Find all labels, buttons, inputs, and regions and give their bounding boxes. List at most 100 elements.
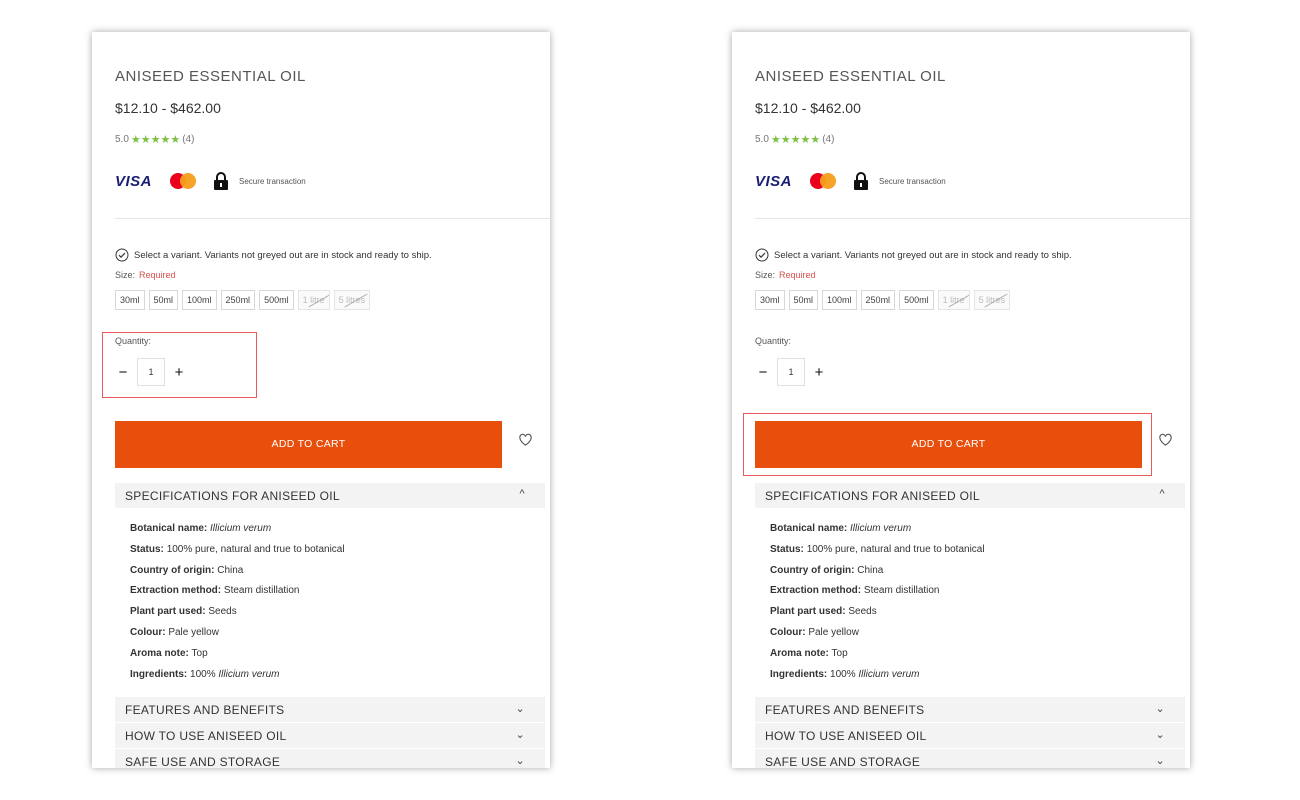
product-price: $12.10 - $462.00 bbox=[755, 100, 861, 116]
accordion-how-to-use-label: HOW TO USE ANISEED OIL bbox=[125, 729, 287, 743]
size-option-30ml[interactable]: 30ml bbox=[115, 290, 145, 310]
spec-part: Plant part used: Seeds bbox=[770, 606, 877, 618]
chevron-down-icon: ⌄ bbox=[1155, 703, 1165, 715]
spec-extraction: Extraction method: Steam distillation bbox=[130, 585, 300, 597]
spec-colour: Colour: Pale yellow bbox=[130, 626, 219, 638]
size-option-250ml[interactable]: 250ml bbox=[220, 290, 256, 310]
chevron-up-icon: ^ bbox=[1159, 488, 1165, 500]
spec-status: Status: 100% pure, natural and true to b… bbox=[130, 543, 345, 555]
accordion-features[interactable]: FEATURES AND BENEFITS ⌄ bbox=[755, 697, 1185, 722]
accordion-how-to-use-label: HOW TO USE ANISEED OIL bbox=[765, 729, 927, 743]
lock-icon bbox=[213, 172, 229, 190]
payment-methods: VISA Secure transaction bbox=[115, 171, 306, 191]
size-option-1-litre: 1 litre bbox=[937, 290, 970, 310]
specifications-list: Botanical name: Illicium verum Status: 1… bbox=[130, 519, 345, 685]
size-option-500ml[interactable]: 500ml bbox=[899, 290, 934, 310]
chevron-down-icon: ⌄ bbox=[515, 755, 525, 767]
spec-ingredients: Ingredients: 100% Illicium verum bbox=[770, 668, 920, 680]
accordion-safe-use[interactable]: SAFE USE AND STORAGE ⌄ bbox=[115, 749, 545, 768]
payment-methods: VISA Secure transaction bbox=[755, 171, 946, 191]
spec-botanical: Botanical name: Illicium verum bbox=[130, 523, 272, 534]
accordion-safe-use[interactable]: SAFE USE AND STORAGE ⌄ bbox=[755, 749, 1185, 768]
quantity-label: Quantity: bbox=[755, 336, 792, 346]
variant-message: Select a variant. Variants not greyed ou… bbox=[755, 248, 1072, 262]
add-to-cart-highlight-box bbox=[743, 413, 1152, 476]
size-required: Required bbox=[139, 270, 176, 280]
check-circle-icon bbox=[115, 248, 129, 262]
accordion-specifications-label: SPECIFICATIONS FOR ANISEED OIL bbox=[765, 489, 980, 503]
quantity-stepper: − 1 + bbox=[755, 358, 827, 386]
mastercard-icon bbox=[170, 173, 197, 189]
size-option-100ml[interactable]: 100ml bbox=[822, 290, 857, 310]
accordion-safe-use-label: SAFE USE AND STORAGE bbox=[125, 755, 281, 768]
chevron-down-icon: ⌄ bbox=[515, 703, 525, 715]
variant-message-text: Select a variant. Variants not greyed ou… bbox=[134, 249, 432, 261]
product-panel-right: ANISEED ESSENTIAL OIL $12.10 - $462.00 5… bbox=[732, 32, 1190, 768]
visa-logo: VISA bbox=[755, 172, 793, 190]
chevron-down-icon: ⌄ bbox=[1155, 755, 1165, 767]
wishlist-heart-icon[interactable] bbox=[1158, 432, 1173, 447]
size-label-text: Size: bbox=[115, 270, 136, 280]
secure-transaction-text: Secure transaction bbox=[879, 176, 946, 186]
size-option-500ml[interactable]: 500ml bbox=[259, 290, 294, 310]
quantity-input[interactable]: 1 bbox=[777, 358, 805, 386]
rating-value: 5.0 bbox=[755, 134, 769, 145]
product-price: $12.10 - $462.00 bbox=[115, 100, 221, 116]
review-count: (4) bbox=[822, 134, 835, 145]
product-rating[interactable]: 5.0 ★★★★★ (4) bbox=[755, 133, 834, 146]
specifications-list: Botanical name: Illicium verum Status: 1… bbox=[770, 519, 985, 685]
spec-status: Status: 100% pure, natural and true to b… bbox=[770, 543, 985, 555]
quantity-increase-button[interactable]: + bbox=[811, 364, 827, 381]
accordion-features[interactable]: FEATURES AND BENEFITS ⌄ bbox=[115, 697, 545, 722]
accordion-how-to-use[interactable]: HOW TO USE ANISEED OIL ⌄ bbox=[755, 723, 1185, 748]
star-rating-icon: ★★★★★ bbox=[130, 134, 181, 146]
size-label-text: Size: bbox=[755, 270, 776, 280]
product-title: ANISEED ESSENTIAL OIL bbox=[115, 68, 306, 85]
check-circle-icon bbox=[755, 248, 769, 262]
mastercard-icon bbox=[810, 173, 837, 189]
size-option-50ml[interactable]: 50ml bbox=[148, 290, 179, 310]
size-option-5-litres: 5 litres bbox=[973, 290, 1011, 310]
size-option-30ml[interactable]: 30ml bbox=[755, 290, 785, 310]
accordion-how-to-use[interactable]: HOW TO USE ANISEED OIL ⌄ bbox=[115, 723, 545, 748]
quantity-decrease-button[interactable]: − bbox=[755, 364, 771, 381]
size-label: Size: Required bbox=[755, 270, 816, 280]
spec-extraction: Extraction method: Steam distillation bbox=[770, 585, 940, 597]
spec-part: Plant part used: Seeds bbox=[130, 606, 237, 618]
chevron-down-icon: ⌄ bbox=[515, 729, 525, 741]
size-option-250ml[interactable]: 250ml bbox=[860, 290, 896, 310]
wishlist-heart-icon[interactable] bbox=[518, 432, 533, 447]
chevron-up-icon: ^ bbox=[519, 488, 525, 500]
spec-colour: Colour: Pale yellow bbox=[770, 626, 859, 638]
size-option-5-litres: 5 litres bbox=[333, 290, 371, 310]
variant-message-text: Select a variant. Variants not greyed ou… bbox=[774, 249, 1072, 261]
size-required: Required bbox=[779, 270, 816, 280]
product-title: ANISEED ESSENTIAL OIL bbox=[755, 68, 946, 85]
star-rating-icon: ★★★★★ bbox=[770, 134, 821, 146]
spec-botanical: Botanical name: Illicium verum bbox=[770, 523, 912, 534]
accordion-safe-use-label: SAFE USE AND STORAGE bbox=[765, 755, 921, 768]
accordion-specifications[interactable]: SPECIFICATIONS FOR ANISEED OIL ^ bbox=[115, 483, 545, 508]
size-label: Size: Required bbox=[115, 270, 176, 280]
size-options: 30ml 50ml 100ml 250ml 500ml 1 litre 5 li… bbox=[115, 290, 371, 310]
size-options: 30ml 50ml 100ml 250ml 500ml 1 litre 5 li… bbox=[755, 290, 1011, 310]
spec-aroma: Aroma note: Top bbox=[130, 647, 208, 659]
lock-icon bbox=[853, 172, 869, 190]
size-option-1-litre: 1 litre bbox=[297, 290, 330, 310]
review-count: (4) bbox=[182, 134, 195, 145]
spec-origin: Country of origin: China bbox=[770, 564, 884, 576]
chevron-down-icon: ⌄ bbox=[1155, 729, 1165, 741]
visa-logo: VISA bbox=[115, 172, 153, 190]
size-option-50ml[interactable]: 50ml bbox=[788, 290, 819, 310]
spec-origin: Country of origin: China bbox=[130, 564, 244, 576]
secure-transaction-text: Secure transaction bbox=[239, 176, 306, 186]
size-option-100ml[interactable]: 100ml bbox=[182, 290, 217, 310]
add-to-cart-button[interactable]: ADD TO CART bbox=[115, 421, 502, 468]
divider bbox=[755, 218, 1190, 219]
accordion-specifications-label: SPECIFICATIONS FOR ANISEED OIL bbox=[125, 489, 340, 503]
spec-ingredients: Ingredients: 100% Illicium verum bbox=[130, 668, 280, 680]
divider bbox=[115, 218, 550, 219]
accordion-specifications[interactable]: SPECIFICATIONS FOR ANISEED OIL ^ bbox=[755, 483, 1185, 508]
product-rating[interactable]: 5.0 ★★★★★ (4) bbox=[115, 133, 194, 146]
quantity-highlight-box bbox=[102, 332, 257, 398]
